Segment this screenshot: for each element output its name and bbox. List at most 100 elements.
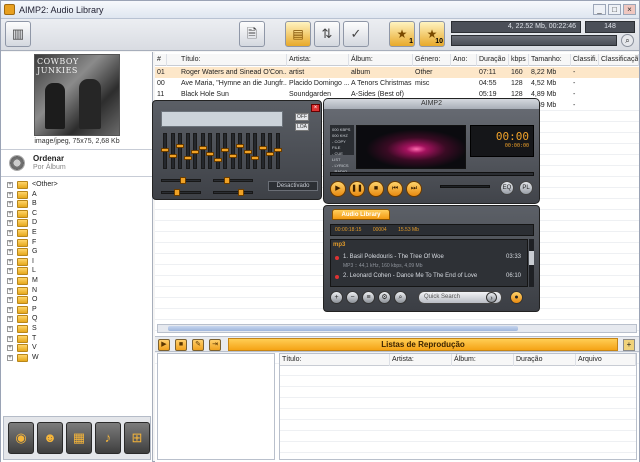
expand-icon[interactable]: + [7,325,13,332]
tree-item[interactable]: + O [5,295,150,305]
tree-item[interactable]: + W [5,353,150,363]
horizontal-scrollbar[interactable] [157,324,637,333]
audio-library-tab[interactable]: Audio Library [332,209,390,220]
add-icon[interactable]: + [330,291,343,304]
expand-icon[interactable]: + [7,191,13,198]
column-header[interactable]: Duração [514,354,576,366]
eq-band-slider[interactable] [273,133,282,169]
play-icon[interactable]: ▶ [158,339,170,351]
stop-icon[interactable]: ■ [368,181,384,197]
preamp-slider[interactable] [213,177,253,184]
tree-item[interactable]: + G [5,247,150,257]
column-header[interactable]: Ano: [451,54,477,66]
column-header[interactable]: Classifi... [571,54,599,66]
slider-knob[interactable] [273,148,282,152]
sort-icon[interactable]: ⇅ [314,21,340,47]
tree-item[interactable]: + E [5,228,150,238]
playlist-toggle-icon[interactable]: PL [519,181,533,195]
eq-band-slider[interactable] [176,133,184,169]
slider-knob[interactable] [228,154,237,158]
slider-knob[interactable] [258,146,267,150]
playlist-list[interactable] [157,353,275,460]
tree-item[interactable]: + B [5,199,150,209]
seek-bar[interactable] [330,172,534,176]
pause-icon[interactable]: ❚❚ [349,181,365,197]
slider-knob[interactable] [161,148,169,152]
eq-band-slider[interactable] [266,133,274,169]
slider-knob[interactable] [238,189,244,196]
slider-knob[interactable] [213,158,222,162]
table-row[interactable]: 00 Ave Maria, "Hymne an die Jungfr... Plac… [155,78,639,89]
expand-icon[interactable]: + [7,258,13,265]
stop-icon[interactable]: ■ [175,339,187,351]
expand-icon[interactable]: + [7,220,13,227]
eq-load-button[interactable]: LOA [295,123,309,131]
maximize-button[interactable]: □ [608,4,621,15]
library-scrollbar[interactable] [529,239,534,287]
eq-band-slider[interactable] [191,133,199,169]
slider-knob[interactable] [183,156,192,160]
eq-band-slider[interactable] [251,133,259,169]
column-header[interactable]: Artista: [287,54,349,66]
expand-icon[interactable]: + [7,287,13,294]
expand-icon[interactable]: + [7,316,13,323]
eq-band-slider[interactable] [198,133,207,169]
expand-icon[interactable]: + [7,239,13,246]
column-header[interactable]: Tamanho: [529,54,571,66]
sort-order-selector[interactable]: Ordenar Por Álbum [1,149,153,177]
add-folder-icon[interactable]: ▤ [285,21,311,47]
library-icon[interactable]: ▥ [5,21,31,47]
year-view-icon[interactable]: ▦ [66,422,92,454]
remove-icon[interactable]: − [346,291,359,304]
slider-knob[interactable] [191,150,199,154]
tree-item[interactable]: + M [5,276,150,286]
pitch-slider[interactable] [213,189,253,196]
tempo-slider[interactable] [161,189,201,196]
list-item[interactable]: 1. Basil Poledouris - The Tree Of Woe 03… [333,253,523,262]
expand-icon[interactable]: + [7,268,13,275]
expand-icon[interactable]: + [7,345,13,352]
tree-item[interactable]: + T [5,334,150,344]
find-icon[interactable]: ⌕ [394,291,407,304]
column-header[interactable]: kbps [509,54,529,66]
search-go-icon[interactable]: › [486,292,497,303]
eq-band-slider[interactable] [228,133,237,169]
tree-item[interactable]: + <Other> [5,180,150,190]
expand-icon[interactable]: + [7,210,13,217]
tree-item[interactable]: + C [5,209,150,219]
expand-icon[interactable]: + [7,297,13,304]
eq-band-slider[interactable] [236,133,244,169]
scroll-thumb[interactable] [168,326,518,331]
slider-knob[interactable] [243,150,252,154]
expand-icon[interactable]: + [7,277,13,284]
minimize-button[interactable]: _ [593,4,606,15]
column-header[interactable]: Arquivo [576,354,636,366]
artist-view-icon[interactable]: ☻ [37,422,63,454]
column-header[interactable]: Artista: [390,354,452,366]
expand-icon[interactable]: + [7,201,13,208]
table-row[interactable]: 01 Roger Waters and Sinead O'Con... artist… [155,67,639,78]
eq-band-slider[interactable] [161,133,169,169]
slider-knob[interactable] [180,177,186,184]
star-rating-10-button[interactable]: ★ 10 [419,21,445,47]
slider-knob[interactable] [224,177,230,184]
close-button[interactable]: × [623,4,636,15]
sort-icon[interactable]: ≡ [362,291,375,304]
check-icon[interactable]: ✓ [343,21,369,47]
visualization[interactable] [356,125,466,169]
disc-view-icon[interactable]: ◉ [8,422,34,454]
column-header[interactable]: Álbum: [452,354,514,366]
column-header[interactable]: Duração [477,54,509,66]
tree-item[interactable]: + I [5,257,150,267]
slider-knob[interactable] [236,144,244,148]
column-header[interactable]: Título: [280,354,390,366]
expand-icon[interactable]: + [7,335,13,342]
slider-knob[interactable] [251,156,259,160]
list-item[interactable]: 2. Leonard Cohen - Dance Me To The End o… [333,272,523,281]
slider-knob[interactable] [176,144,184,148]
tree-item[interactable]: + S [5,324,150,334]
slider-knob[interactable] [206,152,214,156]
tree-item[interactable]: + Q [5,314,150,324]
eq-band-slider[interactable] [168,133,177,169]
scroll-thumb[interactable] [529,251,534,265]
